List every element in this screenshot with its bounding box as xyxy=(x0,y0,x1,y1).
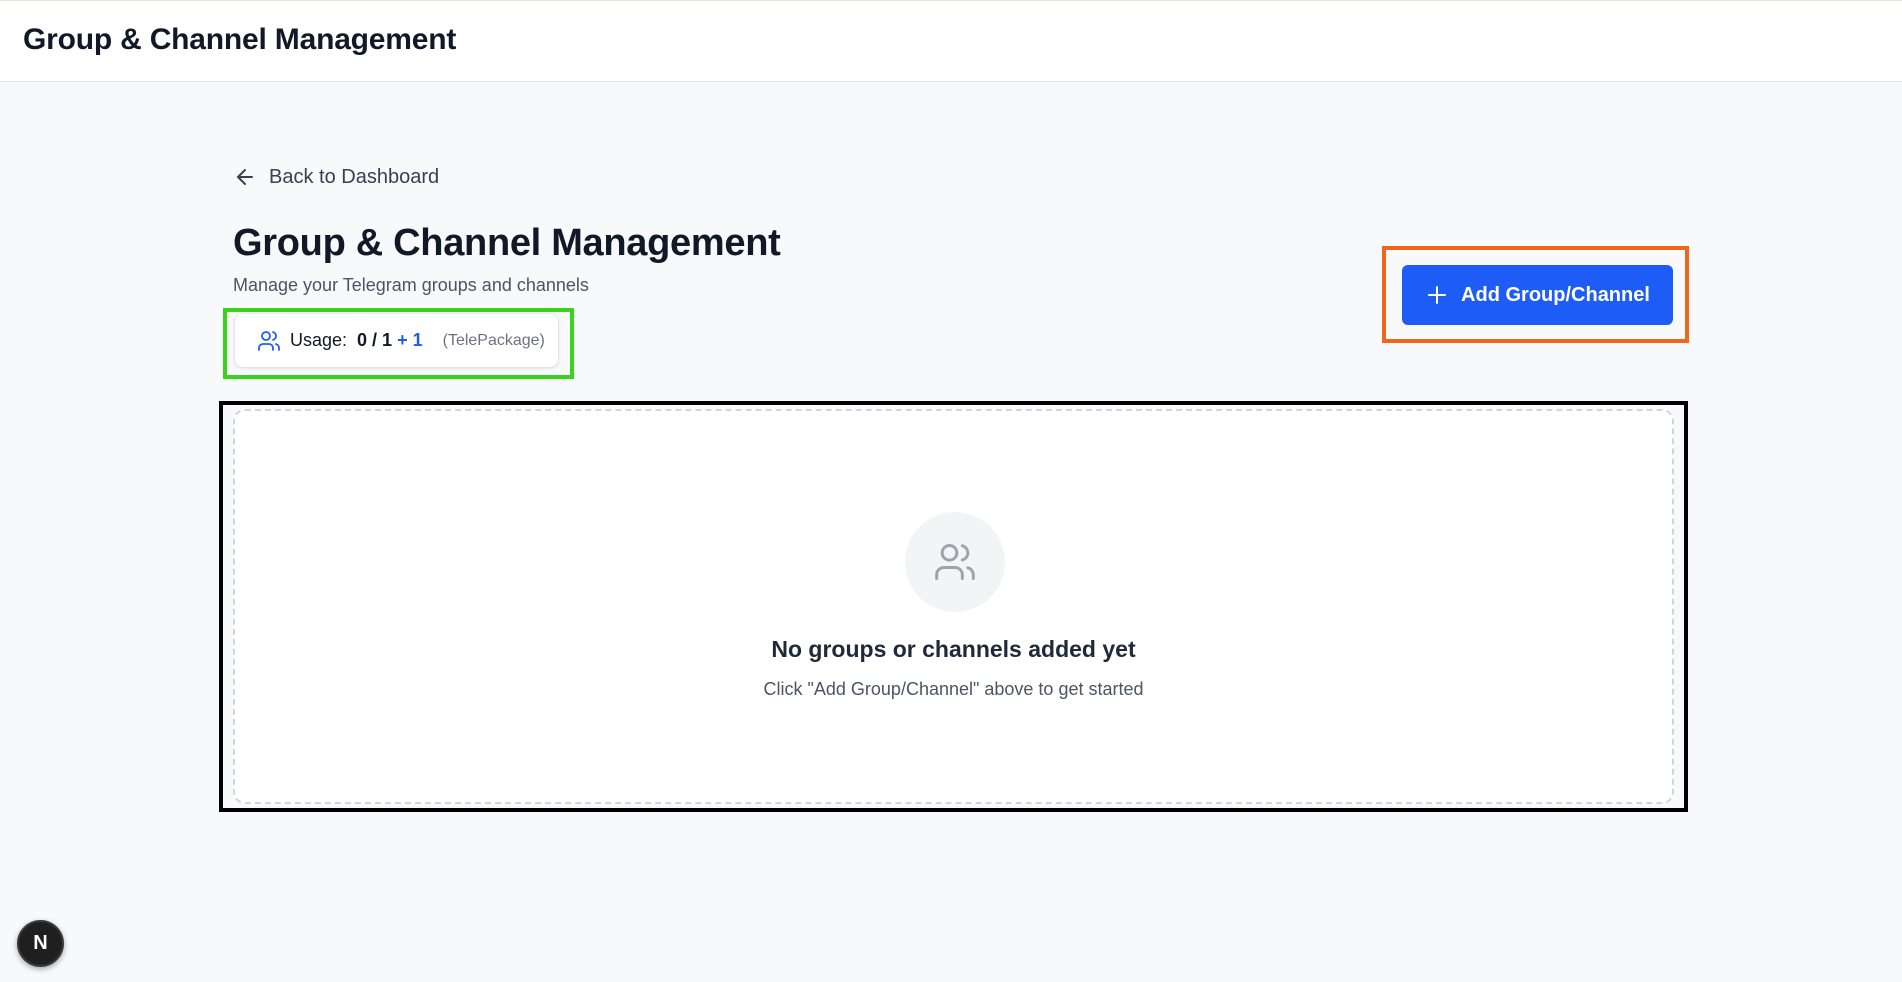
empty-state-title: No groups or channels added yet xyxy=(771,636,1136,662)
arrow-left-icon xyxy=(237,169,253,185)
app-title: Group & Channel Management xyxy=(23,23,457,56)
users-icon xyxy=(258,330,280,351)
nextjs-dev-badge[interactable]: N xyxy=(17,920,64,967)
usage-bonus: + 1 xyxy=(397,330,423,350)
back-to-dashboard-link[interactable]: Back to Dashboard xyxy=(233,162,439,192)
users-icon xyxy=(935,544,975,580)
page-title: Group & Channel Management xyxy=(233,222,781,264)
back-link-label: Back to Dashboard xyxy=(269,165,440,188)
usage-label: Usage: xyxy=(290,330,348,350)
badge-letter: N xyxy=(33,932,48,954)
add-group-channel-button[interactable]: Add Group/Channel xyxy=(1402,265,1673,325)
usage-value: 0 / 1 xyxy=(357,330,393,350)
plus-icon xyxy=(1428,286,1447,304)
usage-card: Usage: 0 / 1 + 1 (TelePackage) xyxy=(235,314,558,367)
top-bar: Group & Channel Management xyxy=(0,0,1902,82)
empty-state-panel: No groups or channels added yet Click "A… xyxy=(233,409,1674,804)
page-subtitle: Manage your Telegram groups and channels xyxy=(233,275,589,295)
add-button-label: Add Group/Channel xyxy=(1461,283,1650,306)
empty-state-hint: Click "Add Group/Channel" above to get s… xyxy=(763,679,1144,699)
empty-state-icon-wrapper xyxy=(905,512,1005,612)
usage-package: (TelePackage) xyxy=(442,331,545,349)
